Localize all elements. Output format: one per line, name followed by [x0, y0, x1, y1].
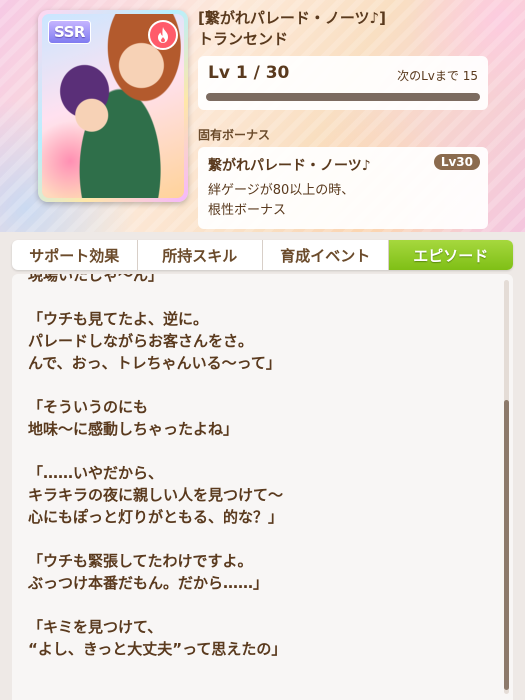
episode-line: 「ウチも見てたよ、逆に。 [28, 310, 209, 328]
episode-panel[interactable]: 現場いたじゃ～ん」「ウチも見てたよ、逆に。パレードしながらお客さんをさ。んで、お… [12, 274, 513, 700]
episode-line: 「キミを見つけて、 [28, 618, 163, 636]
bonus-desc-line: 根性ボーナス [208, 203, 287, 218]
episode-line: 心にもぽっと灯りがともる、的な？」 [28, 508, 284, 526]
card-header: SSR [繋がれパレード・ノーツ♪] トランセンド Lv 1 / 30 次のLv… [0, 0, 525, 232]
level-panel: Lv 1 / 30 次のLvまで 15 [198, 56, 488, 110]
card-title: [繋がれパレード・ノーツ♪] [198, 9, 386, 27]
card-artwork: SSR [42, 14, 184, 198]
episode-line: 地味～に感動しちゃったよね」 [28, 420, 239, 438]
bonus-desc-line: 絆ゲージが80以上の時、 [208, 183, 355, 198]
episode-line: んで、おっ、トレちゃんいる～って」 [28, 354, 281, 372]
scrollbar-thumb[interactable] [504, 400, 509, 690]
tab-training-events[interactable]: 育成イベント [263, 240, 389, 270]
scrollbar[interactable] [504, 280, 509, 694]
unique-bonus-panel: 繋がれパレード・ノーツ♪ Lv30 絆ゲージが80以上の時、 根性ボーナス [198, 147, 488, 229]
bonus-description: 絆ゲージが80以上の時、 根性ボーナス [208, 181, 478, 221]
episode-paragraph: 「キミを見つけて、 “よし、きっと大丈夫”って思えたの」 [28, 616, 488, 660]
episode-paragraph: 「そういうのにも地味～に感動しちゃったよね」 [28, 396, 488, 440]
episode-line: ぶっつけ本番だもん。だから……」 [28, 574, 269, 592]
card-info: [繋がれパレード・ノーツ♪] トランセンド Lv 1 / 30 次のLvまで 1… [198, 8, 498, 229]
episode-line: 現場いたじゃ～ん」 [28, 274, 164, 284]
bonus-label: 固有ボーナス [198, 128, 271, 142]
support-card-image[interactable]: SSR [38, 10, 188, 202]
episode-line: 「ウチも緊張してたわけですよ。 [28, 552, 253, 570]
episode-line: “よし、きっと大丈夫”って思えたの」 [28, 640, 287, 658]
episode-line: パレードしながらお客さんをさ。 [28, 332, 254, 350]
level-text: Lv 1 / 30 [208, 63, 290, 83]
episode-paragraph: 「ウチも見てたよ、逆に。パレードしながらお客さんをさ。んで、おっ、トレちゃんいる… [28, 308, 488, 374]
episode-line: 「そういうのにも [28, 398, 149, 416]
tab-bar: サポート効果 所持スキル 育成イベント エピソード [12, 240, 513, 270]
level-progress-bar [206, 93, 480, 101]
episode-paragraph: 「……いやだから、キラキラの夜に親しい人を見つけて～ 心にもぽっと灯りがともる、的… [28, 462, 488, 528]
card-subtitle: トランセンド [198, 30, 289, 48]
episode-paragraph: 「ウチも緊張してたわけですよ。 ぶっつけ本番だもん。だから……」 [28, 550, 488, 594]
tab-support-effect[interactable]: サポート効果 [12, 240, 138, 270]
fire-icon [148, 20, 178, 50]
next-level-text: 次のLvまで 15 [397, 69, 478, 83]
tab-episode[interactable]: エピソード [388, 240, 513, 270]
rarity-badge: SSR [48, 20, 91, 44]
episode-line: 「……いやだから、 [28, 464, 164, 482]
episode-text: 現場いたじゃ～ん」「ウチも見てたよ、逆に。パレードしながらお客さんをさ。んで、お… [28, 274, 488, 682]
tab-skills[interactable]: 所持スキル [138, 240, 263, 270]
episode-line: キラキラの夜に親しい人を見つけて～ [28, 486, 284, 504]
episode-paragraph: 現場いたじゃ～ん」 [28, 274, 488, 286]
bonus-level-badge: Lv30 [433, 154, 480, 170]
